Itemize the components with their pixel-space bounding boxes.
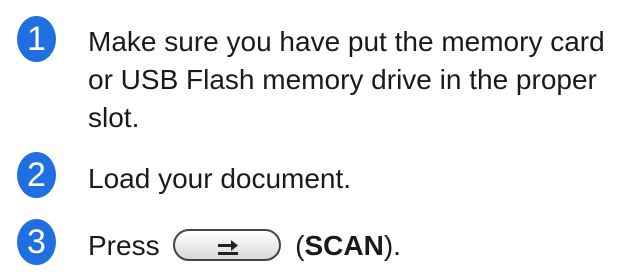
step-text: Load your document. (88, 163, 352, 194)
step-number-badge: 1 (17, 16, 56, 62)
close-paren: ). (383, 230, 401, 261)
step-text: Make sure you have put the memory card o… (88, 26, 605, 133)
step-number-badge: 3 (17, 219, 56, 265)
scan-icon (218, 239, 239, 255)
step-number-badge: 2 (17, 152, 56, 198)
press-label: Press (88, 230, 160, 261)
step-text: Press (SCAN). (88, 227, 623, 265)
scan-button-label: SCAN (304, 230, 384, 261)
scan-button[interactable] (173, 228, 282, 261)
